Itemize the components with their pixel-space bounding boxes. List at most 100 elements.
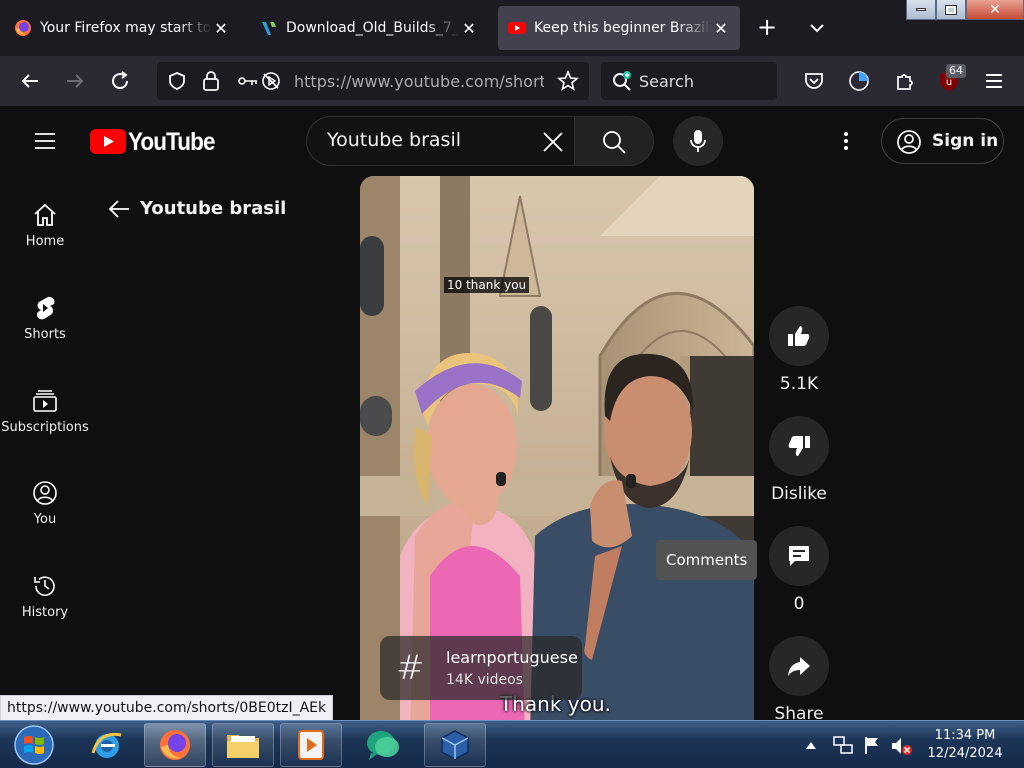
guide-item-home[interactable]: Home <box>0 202 90 249</box>
close-window-icon[interactable]: ✕ <box>966 0 1024 20</box>
url-text: https://www.youtube.com/shorts/ <box>294 72 544 91</box>
vbox-favicon-icon <box>262 22 276 35</box>
browser-navigation-toolbar: https://www.youtube.com/shorts/ Search u… <box>0 56 1024 106</box>
address-bar[interactable]: https://www.youtube.com/shorts/ <box>157 62 589 100</box>
like-button[interactable] <box>769 306 829 366</box>
clock-time: 11:34 PM <box>934 728 996 743</box>
guide-item-history[interactable]: History <box>0 573 90 620</box>
sign-in-label: Sign in <box>932 131 999 151</box>
taskbar-firefox[interactable] <box>144 723 206 767</box>
history-icon <box>34 576 55 596</box>
chat-bubble-icon <box>367 731 399 760</box>
share-button[interactable] <box>769 636 829 696</box>
like-count: 5.1K <box>779 374 819 394</box>
taskbar-virtualbox[interactable] <box>424 723 486 767</box>
youtube-logo-icon[interactable] <box>90 129 126 154</box>
hashtag-name: learnportuguese <box>446 648 578 667</box>
volume-muted-icon[interactable] <box>890 735 914 757</box>
comments-tooltip: Comments <box>656 540 758 580</box>
back-arrow-icon[interactable] <box>18 69 42 93</box>
tab-title: Keep this beginner Brazilia <box>534 20 712 36</box>
tab-firefox-warning[interactable]: Your Firefox may start to h ✕ <box>4 6 240 50</box>
clear-search-icon[interactable] <box>541 130 565 154</box>
permissions-icon[interactable] <box>237 72 259 90</box>
firefox-icon <box>160 730 190 760</box>
browser-tab-strip: Your Firefox may start to h ✕ Download_O… <box>0 0 1024 56</box>
tab-title: Download_Old_Builds_7_0 <box>286 20 460 36</box>
restore-window-icon[interactable] <box>936 0 966 20</box>
windows-taskbar: 11:34 PM 12/24/2024 <box>0 720 1024 768</box>
youtube-search-button[interactable] <box>574 116 654 166</box>
clock-date: 12/24/2024 <box>927 746 1003 761</box>
guide-item-you[interactable]: You <box>0 480 90 527</box>
comments-count: 0 <box>793 594 805 614</box>
taskbar-internet-explorer[interactable] <box>76 723 138 767</box>
new-tab-plus-icon[interactable]: + <box>754 14 780 42</box>
show-hidden-icons-arrow-icon[interactable] <box>804 739 818 751</box>
more-options-kebab-icon[interactable] <box>834 129 858 153</box>
thumbs-down-icon <box>788 436 810 456</box>
taskbar-file-explorer[interactable] <box>212 723 274 767</box>
guide-label: You <box>33 512 57 527</box>
tab-close-icon[interactable]: ✕ <box>712 19 730 38</box>
shorts-video-player[interactable]: 10 thank you Thank you. # learnportugues… <box>360 176 754 736</box>
system-clock[interactable]: 11:34 PM 12/24/2024 <box>920 727 1010 763</box>
lock-icon[interactable] <box>202 70 220 92</box>
search-engine-icon <box>613 71 631 91</box>
hashtag-chip[interactable]: # learnportuguese 14K videos <box>380 636 582 700</box>
virtualbox-cube-icon <box>441 730 469 760</box>
youtube-favicon-icon <box>508 22 526 34</box>
microphone-icon <box>690 130 706 152</box>
pocket-icon[interactable] <box>802 69 826 93</box>
you-icon <box>33 481 57 505</box>
thumbs-up-icon <box>788 326 810 346</box>
tracking-protection-shield-icon[interactable] <box>167 71 187 91</box>
guide-item-subscriptions[interactable]: Subscriptions <box>0 388 90 435</box>
firefox-sync-icon[interactable] <box>847 69 871 93</box>
guide-menu-icon[interactable] <box>33 129 57 153</box>
youtube-logo-text[interactable]: YouTube <box>128 128 216 157</box>
taskbar-media-player[interactable] <box>280 723 342 767</box>
account-circle-icon <box>897 130 921 154</box>
start-button-windows-orb-icon[interactable] <box>12 724 56 766</box>
back-arrow-icon[interactable] <box>106 196 132 222</box>
search-placeholder: Search <box>639 72 694 91</box>
video-caption-tag: 10 thank you <box>444 277 530 293</box>
extension-badge-count: 64 <box>946 64 966 78</box>
list-all-tabs-chevron-icon[interactable] <box>804 14 830 42</box>
comment-icon <box>789 546 809 566</box>
hashtag-icon: # <box>396 648 425 688</box>
guide-item-shorts[interactable]: Shorts <box>0 295 90 342</box>
bookmark-star-icon[interactable] <box>557 70 579 92</box>
hashtag-video-count: 14K videos <box>446 672 523 688</box>
taskbar-chat-app[interactable] <box>352 723 414 767</box>
screen: Your Firefox may start to h ✕ Download_O… <box>0 0 1024 768</box>
dislike-button[interactable] <box>769 416 829 476</box>
sign-in-button[interactable]: Sign in <box>881 118 1004 164</box>
window-controls: ✕ <box>906 0 1024 22</box>
reload-icon[interactable] <box>108 69 132 93</box>
home-icon <box>34 203 56 226</box>
search-query-text: Youtube brasil <box>327 129 462 151</box>
hamburger-menu-icon[interactable] <box>982 69 1006 93</box>
comments-button[interactable] <box>769 526 829 586</box>
voice-search-button[interactable] <box>673 116 723 166</box>
minimize-window-icon[interactable] <box>906 0 936 20</box>
autoplay-blocked-icon[interactable] <box>261 71 281 91</box>
browser-search-bar[interactable]: Search <box>601 62 777 100</box>
svg-text:u: u <box>946 77 952 88</box>
network-icon[interactable] <box>832 735 854 755</box>
tab-download-old-builds[interactable]: Download_Old_Builds_7_0 ✕ <box>250 6 488 50</box>
youtube-masthead: YouTube Youtube brasil Sign in <box>0 106 1024 176</box>
dislike-label: Dislike <box>771 484 827 504</box>
action-center-flag-icon[interactable] <box>862 735 882 755</box>
tab-title: Your Firefox may start to h <box>40 20 212 36</box>
youtube-search-input[interactable]: Youtube brasil <box>306 116 574 166</box>
extensions-puzzle-icon[interactable] <box>893 69 917 93</box>
tab-youtube-short[interactable]: Keep this beginner Brazilia ✕ <box>498 6 740 50</box>
tab-close-icon[interactable]: ✕ <box>212 19 230 38</box>
guide-label: Home <box>25 234 65 249</box>
forward-arrow-icon[interactable] <box>63 69 87 93</box>
firefox-favicon-icon <box>15 20 31 36</box>
tab-close-icon[interactable]: ✕ <box>460 19 478 38</box>
